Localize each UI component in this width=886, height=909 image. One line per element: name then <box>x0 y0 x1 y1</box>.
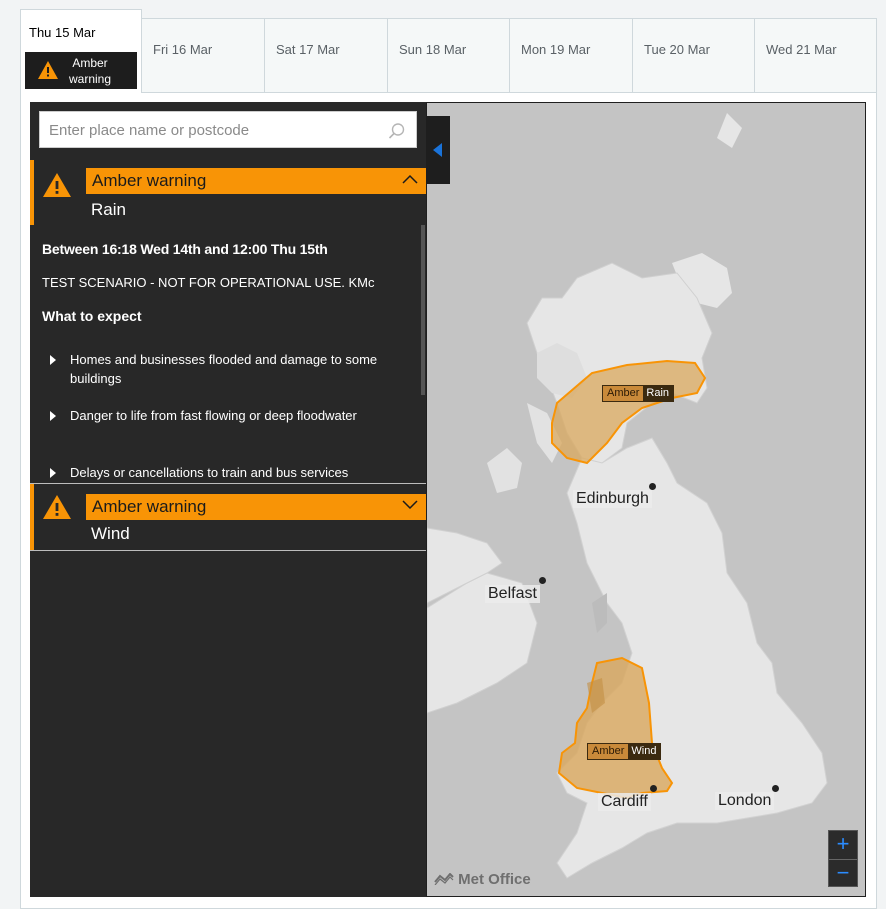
rain-warning-details: Between 16:18 Wed 14th and 12:00 Thu 15t… <box>34 225 426 483</box>
chevron-down-icon[interactable] <box>402 500 418 510</box>
tab-label: Thu 15 Mar <box>29 25 96 40</box>
tab-thu-15-mar[interactable]: Thu 15 Mar Amber warning <box>20 9 142 93</box>
tab-mon-19-mar[interactable]: Mon 19 Mar <box>510 18 633 93</box>
bullet-arrow-icon <box>50 468 56 478</box>
wind-warning-map-label[interactable]: Amber Wind <box>587 743 662 760</box>
city-label-london: London <box>715 792 775 810</box>
wind-warning-header[interactable]: Amber warning Wind <box>30 483 426 551</box>
map-label-level: Amber <box>588 744 629 759</box>
bullet-arrow-icon <box>50 355 56 365</box>
warning-dates: Between 16:18 Wed 14th and 12:00 Thu 15t… <box>42 241 328 257</box>
warning-triangle-icon <box>43 173 71 197</box>
search-input[interactable]: Enter place name or postcode <box>39 111 417 148</box>
warning-level-bar: Amber warning <box>86 494 426 520</box>
map-label-type: Rain <box>643 386 674 401</box>
warning-level-bar: Amber warning <box>86 168 426 194</box>
tab-label: Mon 19 Mar <box>521 42 591 57</box>
met-office-logo: Met Office <box>434 871 531 888</box>
tab-fri-16-mar[interactable]: Fri 16 Mar <box>142 18 265 93</box>
amber-warning-badge: Amber warning <box>25 52 137 89</box>
warning-scenario: TEST SCENARIO - NOT FOR OPERATIONAL USE.… <box>42 275 375 290</box>
zoom-controls: + − <box>828 830 858 887</box>
warnings-page: Thu 15 Mar Amber warning Fri 16 Mar Sat 1… <box>0 0 886 909</box>
city-marker <box>650 785 657 792</box>
zoom-in-button[interactable]: + <box>829 831 857 859</box>
met-office-logo-icon <box>434 872 454 886</box>
warning-level: Amber warning <box>92 171 207 190</box>
city-marker <box>539 577 546 584</box>
impact-item: Homes and businesses flooded and damage … <box>70 352 378 386</box>
zoom-out-button[interactable]: − <box>829 859 857 887</box>
city-label-cardiff: Cardiff <box>598 793 651 811</box>
chevron-up-icon[interactable] <box>402 174 418 184</box>
city-label-belfast: Belfast <box>485 585 540 603</box>
tab-label: Sat 17 Mar <box>276 42 340 57</box>
warning-strip <box>30 484 34 550</box>
tab-tue-20-mar[interactable]: Tue 20 Mar <box>633 18 755 93</box>
rain-warning-header[interactable]: Amber warning Rain <box>30 160 426 225</box>
search-icon[interactable] <box>388 122 406 140</box>
what-to-expect-heading: What to expect <box>42 308 142 324</box>
map-label-type: Wind <box>628 744 661 759</box>
search-placeholder: Enter place name or postcode <box>49 122 250 139</box>
tab-label: Fri 16 Mar <box>153 42 213 57</box>
logo-text: Met Office <box>458 871 531 888</box>
collapse-sidebar-button[interactable] <box>426 116 450 184</box>
details-scrollbar[interactable] <box>421 225 425 395</box>
warning-strip <box>30 160 34 225</box>
day-tabs: Thu 15 Mar Amber warning Fri 16 Mar Sat 1… <box>20 9 877 93</box>
rain-warning-map-label[interactable]: Amber Rain <box>602 385 675 402</box>
caret-left-icon <box>433 143 442 157</box>
city-marker <box>772 785 779 792</box>
impact-item: Delays or cancellations to train and bus… <box>70 465 349 480</box>
map-label-level: Amber <box>603 386 644 401</box>
warning-level: Amber warning <box>92 497 207 516</box>
tab-sat-17-mar[interactable]: Sat 17 Mar <box>265 18 388 93</box>
warnings-sidebar: Enter place name or postcode Amber warni… <box>30 102 426 897</box>
impact-item: Danger to life from fast flowing or deep… <box>70 408 357 423</box>
warning-type: Rain <box>91 200 126 219</box>
warning-type: Wind <box>91 524 130 543</box>
city-label-edinburgh: Edinburgh <box>573 490 652 508</box>
tab-label: Tue 20 Mar <box>644 42 710 57</box>
city-marker <box>649 483 656 490</box>
tab-wed-21-mar[interactable]: Wed 21 Mar <box>755 18 877 93</box>
warning-triangle-icon <box>43 495 71 519</box>
warnings-map[interactable]: Amber Rain Amber Wind Edinburgh Belfast … <box>426 102 866 897</box>
badge-label: Amber warning <box>68 56 112 86</box>
tab-label: Sun 18 Mar <box>399 42 467 57</box>
tab-sun-18-mar[interactable]: Sun 18 Mar <box>388 18 510 93</box>
bullet-arrow-icon <box>50 411 56 421</box>
tab-label: Wed 21 Mar <box>766 42 837 57</box>
warning-triangle-icon <box>38 61 58 79</box>
